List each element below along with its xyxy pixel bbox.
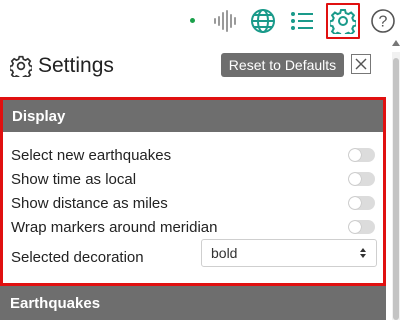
option-select-new-earthquakes: Select new earthquakes	[11, 144, 377, 166]
status-indicator	[190, 18, 195, 23]
wrap-markers-toggle[interactable]	[348, 220, 375, 234]
scrollbar-thumb[interactable]	[393, 58, 399, 320]
close-button[interactable]	[351, 54, 371, 74]
display-section-header[interactable]: Display	[3, 100, 383, 132]
scroll-up-arrow[interactable]	[392, 40, 400, 46]
reset-to-defaults-button[interactable]: Reset to Defaults	[221, 53, 344, 77]
gear-icon	[10, 55, 32, 77]
settings-header: Settings	[10, 52, 114, 80]
option-label: Show distance as miles	[11, 194, 168, 212]
option-label: Select new earthquakes	[11, 146, 172, 164]
gear-icon[interactable]	[326, 3, 360, 39]
svg-text:?: ?	[379, 14, 388, 31]
show-distance-as-miles-toggle[interactable]	[348, 196, 375, 210]
selected-decoration-row: Selected decoration	[11, 246, 201, 268]
earthquakes-section-header[interactable]: Earthquakes	[0, 286, 386, 320]
globe-icon[interactable]	[247, 5, 279, 37]
page-title: Settings	[38, 54, 114, 77]
audio-waveform-icon[interactable]	[210, 5, 242, 37]
select-new-earthquakes-toggle[interactable]	[348, 148, 375, 162]
help-icon[interactable]: ?	[367, 5, 399, 37]
select-value: bold	[211, 245, 238, 261]
list-icon[interactable]	[286, 5, 318, 37]
show-time-as-local-toggle[interactable]	[348, 172, 375, 186]
option-label: Wrap markers around meridian	[11, 218, 218, 236]
option-show-distance-as-miles: Show distance as miles	[11, 192, 377, 214]
selected-decoration-select[interactable]: bold	[201, 239, 377, 267]
option-label: Selected decoration	[11, 248, 144, 266]
option-show-time-as-local: Show time as local	[11, 168, 377, 190]
toolbar: ?	[0, 0, 402, 42]
option-wrap-markers: Wrap markers around meridian	[11, 216, 377, 238]
select-arrows-icon	[359, 247, 367, 259]
option-label: Show time as local	[11, 170, 137, 188]
close-icon	[355, 58, 367, 70]
